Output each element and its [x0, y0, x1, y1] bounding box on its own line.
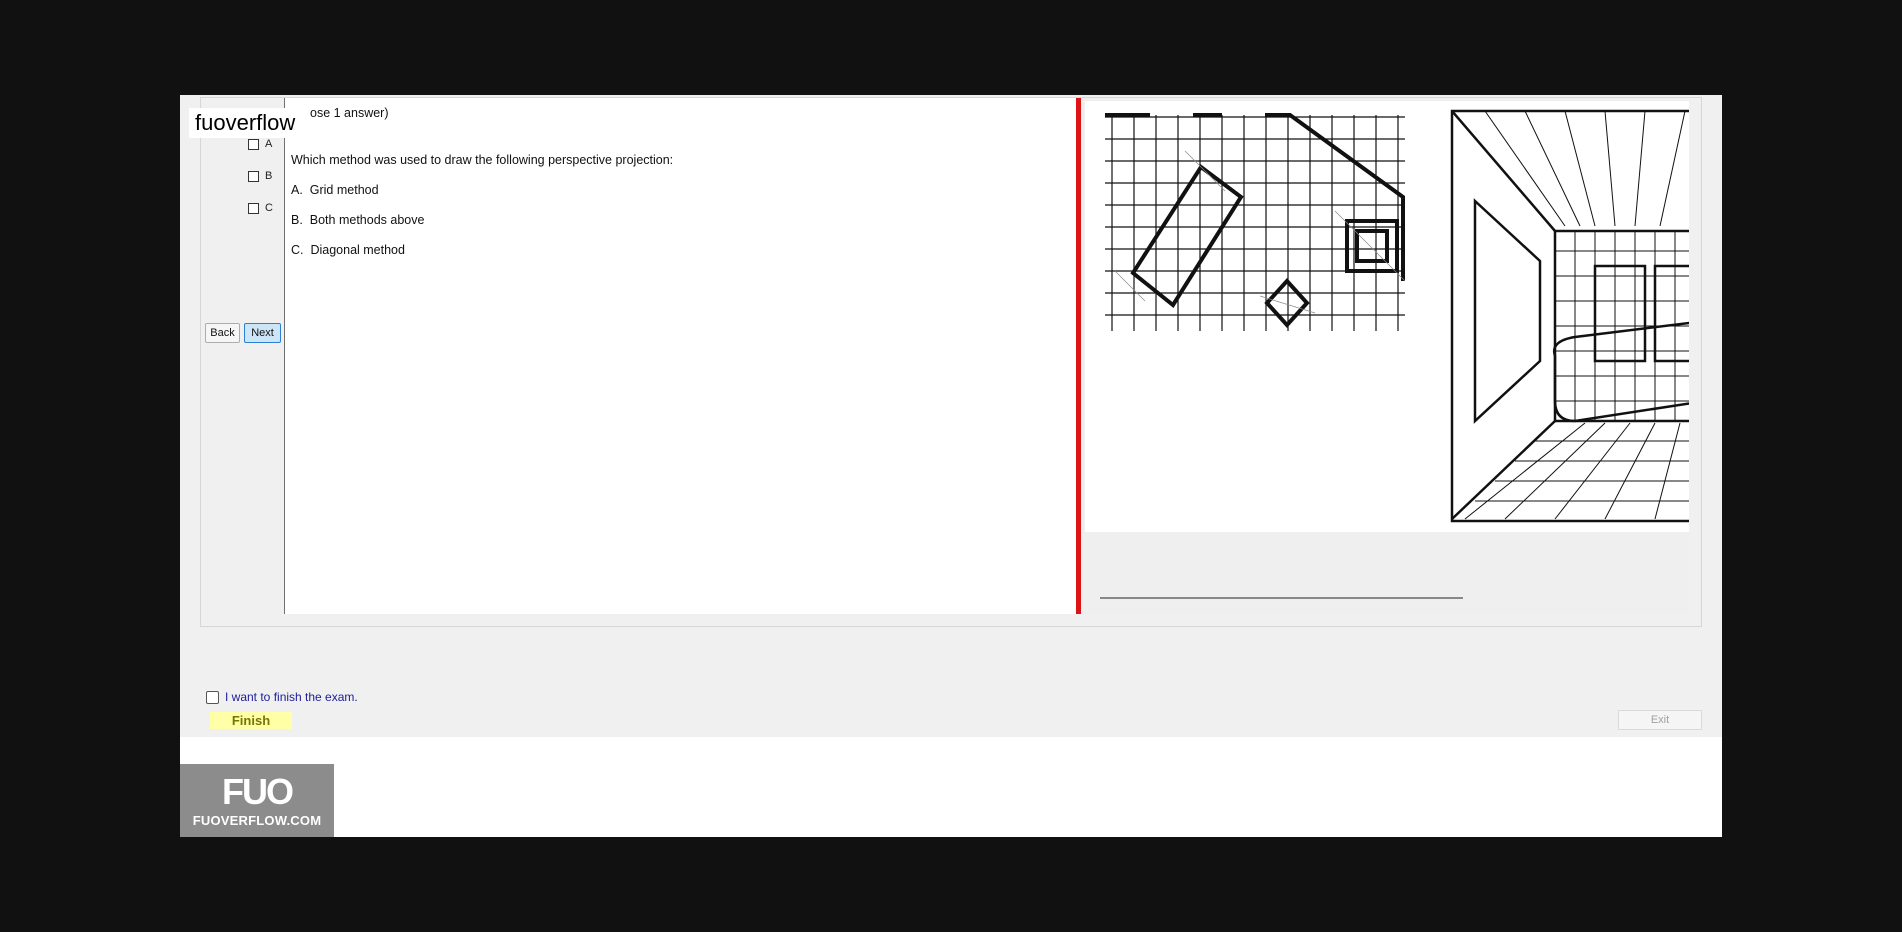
logo-site-name: FUOVERFLOW.COM — [192, 812, 322, 828]
answer-label-b: B — [265, 170, 273, 182]
logo-mark: FUO — [222, 770, 294, 812]
finish-button[interactable]: Finish — [210, 712, 292, 729]
answer-checkbox-c[interactable] — [248, 202, 259, 214]
answer-checkbox-b[interactable] — [248, 170, 259, 182]
question-pane[interactable]: ose 1 answer) Which method was used to d… — [284, 98, 1076, 614]
finish-exam-checkbox[interactable] — [206, 690, 219, 704]
answer-checkbox-a[interactable] — [248, 138, 259, 150]
option-a-text: Grid method — [309, 183, 379, 197]
question-header: ose 1 answer) — [310, 106, 389, 120]
image-pane[interactable] — [1083, 98, 1689, 614]
option-c-letter: C. — [291, 243, 304, 257]
option-a: A. Grid method — [291, 183, 379, 197]
answer-column: A B C — [202, 99, 284, 614]
finish-exam-label: I want to finish the exam. — [225, 690, 358, 704]
finish-confirm-row[interactable]: I want to finish the exam. — [206, 690, 358, 704]
exam-window: A B C Back Next ose 1 answer) Which meth… — [180, 95, 1722, 837]
answer-option-b[interactable]: B — [248, 170, 272, 182]
exit-button[interactable]: Exit — [1618, 710, 1702, 730]
image-horizontal-scrollbar[interactable] — [1083, 592, 1689, 606]
fuoverflow-watermark: fuoverflow — [189, 108, 304, 138]
question-image — [1085, 101, 1689, 532]
option-c: C. Diagonal method — [291, 243, 405, 257]
option-b: B. Both methods above — [291, 213, 424, 227]
pane-splitter[interactable] — [1076, 98, 1081, 614]
answer-option-c[interactable]: C — [248, 202, 273, 214]
question-prompt: Which method was used to draw the follow… — [291, 153, 674, 167]
exam-form: A B C Back Next ose 1 answer) Which meth… — [180, 95, 1722, 737]
answer-label-c: C — [265, 202, 273, 214]
option-c-text: Diagonal method — [310, 243, 405, 257]
back-button[interactable]: Back — [205, 323, 240, 343]
answer-option-a[interactable]: A — [248, 138, 272, 150]
option-b-letter: B. — [291, 213, 303, 227]
answer-label-a: A — [265, 138, 273, 150]
scrollbar-thumb[interactable] — [1100, 597, 1463, 599]
option-a-letter: A. — [291, 183, 303, 197]
perspective-sketch-image — [1105, 109, 1689, 523]
next-button[interactable]: Next — [244, 323, 281, 343]
fuoverflow-logo: FUO FUOVERFLOW.COM — [180, 764, 334, 837]
option-b-text: Both methods above — [309, 213, 425, 227]
